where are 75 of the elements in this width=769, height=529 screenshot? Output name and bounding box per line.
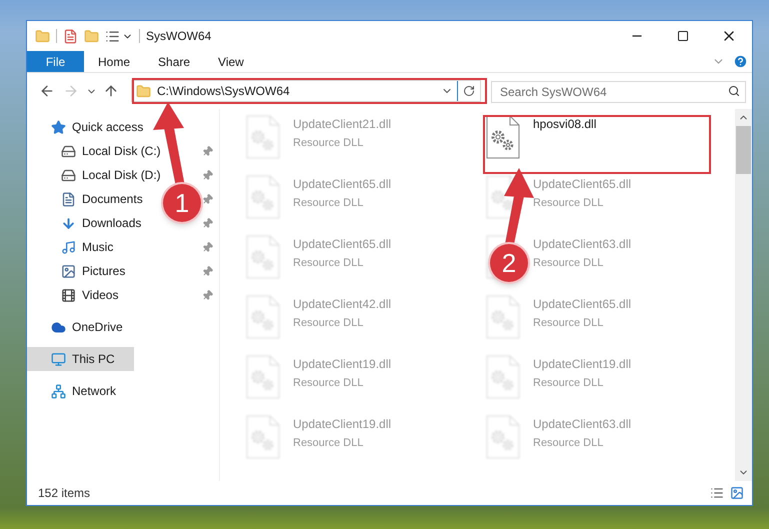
dll-file-icon [246,415,280,459]
sidebar-label: Pictures [82,263,126,280]
file-type: Resource DLL [293,376,364,391]
sidebar-label: OneDrive [72,319,123,336]
sidebar-item[interactable]: Downloads [27,211,146,235]
view-icon[interactable] [105,28,120,44]
file-type: Resource DLL [293,136,364,151]
star-icon [51,120,66,134]
sidebar-item[interactable]: Local Disk (C:) [27,139,165,163]
file-menu-tab[interactable]: File [27,51,84,72]
network-icon [51,384,66,398]
sidebar-item[interactable]: Network [27,379,120,403]
file-type: Resource DLL [533,196,604,211]
drive-icon [61,144,76,158]
file-type: Resource DLL [533,376,604,391]
dll-file-icon [486,115,520,159]
scroll-thumb[interactable] [736,126,751,174]
sidebar-item[interactable]: OneDrive [27,315,127,339]
sidebar-item[interactable]: Music [27,235,118,259]
music-note-icon [61,240,76,254]
sidebar-item[interactable]: Pictures [27,259,130,283]
file-type: Resource DLL [533,436,604,451]
search-field[interactable]: Search SysWOW64 [491,81,746,103]
dll-file-icon [486,355,520,399]
sidebar-label: This PC [72,351,115,368]
sidebar-item[interactable]: Documents [27,187,147,211]
address-bar[interactable]: C:\Windows\SysWOW64 [131,80,481,102]
download-icon [61,216,76,230]
large-icons-view-icon[interactable] [730,486,744,500]
sidebar-label: Local Disk (D:) [82,167,161,184]
window-title: SysWOW64 [146,28,212,45]
file-type: Resource DLL [293,436,364,451]
refresh-icon[interactable] [463,85,475,97]
drive-icon [61,168,76,182]
dll-file-icon [246,355,280,399]
film-icon [61,288,76,302]
scrollbar[interactable] [735,109,752,481]
properties-icon[interactable] [63,28,78,44]
dll-file-icon [246,115,280,159]
dll-file-icon [246,235,280,279]
sidebar-item[interactable]: Videos [27,283,122,307]
ribbon-tab[interactable]: Share [144,51,204,72]
sidebar-label: Documents [82,191,143,208]
cloud-icon [51,320,66,334]
file-type: Resource DLL [293,256,364,271]
file-type: Resource DLL [293,196,364,211]
file-type: Resource DLL [293,316,364,331]
forward-arrow-icon [63,83,79,99]
address-path: C:\Windows\SysWOW64 [157,83,290,100]
dll-file-icon [486,415,520,459]
picture-icon [61,264,76,278]
ribbon-tab[interactable]: View [204,51,258,72]
dll-file-icon [246,295,280,339]
details-view-icon[interactable] [710,486,724,500]
maximize-icon [677,30,689,42]
file-type: Resource DLL [533,256,604,271]
help-icon[interactable] [733,54,748,69]
file-name[interactable]: hposvi08.dll [533,115,596,133]
search-icon[interactable] [728,85,740,97]
sidebar-label: Network [72,383,116,400]
ribbon-tab[interactable]: Home [84,51,144,72]
sidebar-label: Music [82,239,114,256]
sidebar-item[interactable]: This PC [27,347,134,371]
document-icon [61,192,76,206]
monitor-icon [51,352,66,366]
sidebar-label: Videos [82,287,118,304]
item-count: 152 items [38,485,90,502]
sidebar-label: Downloads [82,215,142,232]
folder-icon [136,84,151,98]
file-type: Resource DLL [533,316,604,331]
sidebar-item[interactable]: Quick access [27,115,148,139]
dll-file-icon [246,175,280,219]
dll-file-icon [486,295,520,339]
sidebar-label: Quick access [72,119,144,136]
sidebar-label: Local Disk (C:) [82,143,161,160]
